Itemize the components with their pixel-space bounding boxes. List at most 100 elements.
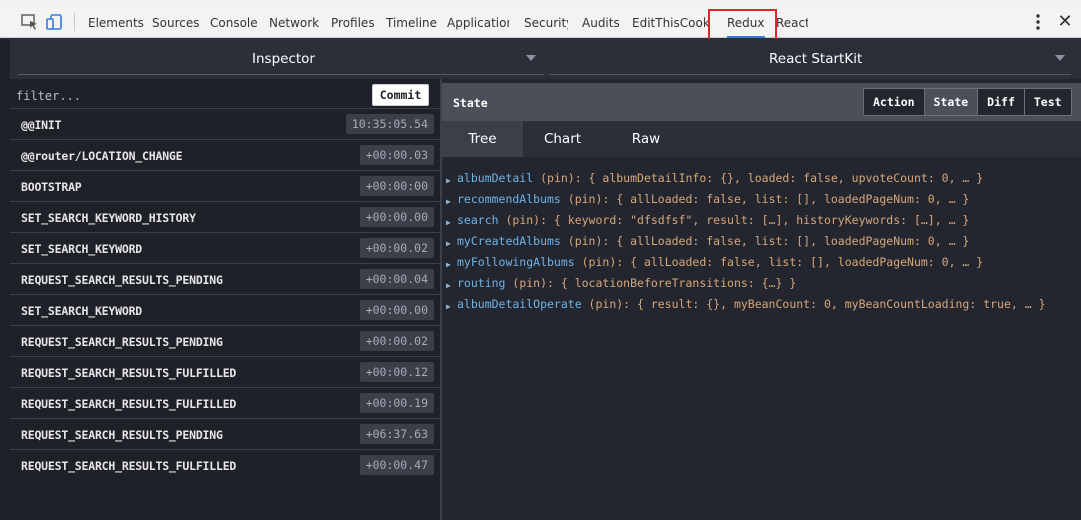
- tab-editthiscookie[interactable]: EditThisCookie: [632, 6, 710, 38]
- view-tab-tree[interactable]: Tree: [442, 121, 523, 157]
- tab-profiles[interactable]: Profiles: [331, 6, 377, 38]
- action-row[interactable]: BOOTSTRAP +00:00:00: [10, 170, 440, 201]
- action-time-badge: +00:00.00: [359, 300, 434, 320]
- tab-network[interactable]: Network: [269, 6, 324, 38]
- action-time-badge: +06:37.63: [359, 424, 434, 444]
- expand-arrow-icon[interactable]: ▶: [446, 278, 451, 293]
- action-row[interactable]: @@router/LOCATION_CHANGE +00:00.03: [10, 139, 440, 170]
- close-devtools-icon[interactable]: ✕: [1056, 13, 1074, 31]
- action-list-pane: Commit @@INIT 10:35:05.54 @@router/LOCATIO…: [10, 79, 440, 520]
- action-name: REQUEST_SEARCH_RESULTS_PENDING: [21, 428, 223, 442]
- action-name: REQUEST_SEARCH_RESULTS_FULFILLED: [21, 397, 237, 411]
- action-name: @@INIT: [21, 118, 62, 132]
- devtools-window: { "devtools": { "tabs": ["Elements", "So…: [0, 0, 1081, 520]
- action-name: SET_SEARCH_KEYWORD_HISTORY: [21, 211, 196, 225]
- action-row[interactable]: REQUEST_SEARCH_RESULTS_FULFILLED +00:00.1…: [10, 387, 440, 418]
- inspector-monitor-select[interactable]: Inspector: [252, 51, 315, 67]
- expand-arrow-icon[interactable]: ▶: [446, 299, 451, 314]
- action-row[interactable]: REQUEST_SEARCH_RESULTS_FULFILLED +00:00.1…: [10, 356, 440, 387]
- action-time-badge: +00:00.02: [359, 331, 434, 351]
- tab-elements[interactable]: Elements: [88, 6, 146, 38]
- mode-state-button[interactable]: State: [924, 89, 979, 115]
- action-row[interactable]: @@INIT 10:35:05.54: [10, 108, 440, 139]
- action-row[interactable]: REQUEST_SEARCH_RESULTS_PENDING +00:00.04: [10, 263, 440, 294]
- action-time-badge: +00:00.00: [359, 207, 434, 227]
- instance-select[interactable]: React StartKit: [769, 51, 862, 67]
- tree-node-key: albumDetail (pin): { albumDetailInfo: {}…: [457, 171, 983, 186]
- state-header: State Action State Diff Test: [442, 83, 1081, 121]
- expand-arrow-icon[interactable]: ▶: [446, 194, 451, 209]
- tree-node-key: routing (pin): { locationBeforeTransitio…: [457, 276, 796, 291]
- action-row[interactable]: REQUEST_SEARCH_RESULTS_PENDING +06:37.63: [10, 418, 440, 449]
- action-list: @@INIT 10:35:05.54 @@router/LOCATION_CHANG…: [10, 108, 440, 480]
- tree-key-label: recommendAlbums: [457, 192, 561, 206]
- action-time-badge: +00:00.12: [359, 362, 434, 382]
- tree-node-value: (pin): { allLoaded: false, list: [], loa…: [574, 255, 984, 269]
- view-tab-chart[interactable]: Chart: [523, 121, 602, 157]
- tree-node[interactable]: ▶ myCreatedAlbums (pin): { allLoaded: fal…: [442, 234, 1081, 255]
- action-time-badge: +00:00.47: [359, 455, 434, 475]
- tree-node[interactable]: ▶ routing (pin): { locationBeforeTransiti…: [442, 276, 1081, 297]
- toolbar-separator: [74, 13, 75, 31]
- tab-security[interactable]: Security: [524, 6, 568, 38]
- device-toolbar-icon[interactable]: [46, 14, 64, 30]
- tree-node[interactable]: ▶ albumDetailOperate (pin): { result: {},…: [442, 297, 1081, 318]
- monitor-select-underline: [18, 74, 544, 75]
- state-tree: ▶ albumDetail (pin): { albumDetailInfo: {…: [442, 171, 1081, 318]
- mode-diff-button[interactable]: Diff: [978, 89, 1025, 115]
- left-edge-strip: [0, 39, 10, 520]
- action-row[interactable]: SET_SEARCH_KEYWORD_HISTORY +00:00.00: [10, 201, 440, 232]
- mode-test-button[interactable]: Test: [1024, 89, 1071, 115]
- tree-node[interactable]: ▶ recommendAlbums (pin): { allLoaded: fal…: [442, 192, 1081, 213]
- tree-key-label: routing: [457, 276, 506, 290]
- action-row[interactable]: REQUEST_SEARCH_RESULTS_FULFILLED +00:00.4…: [10, 449, 440, 480]
- state-title: State: [453, 96, 488, 110]
- devtools-tabbar: Elements Sources Console Network Profiles Tim…: [0, 6, 1081, 52]
- expand-arrow-icon[interactable]: ▶: [446, 236, 451, 251]
- action-row[interactable]: SET_SEARCH_KEYWORD +00:00.02: [10, 232, 440, 263]
- inspect-element-icon[interactable]: [21, 14, 39, 30]
- instance-select-underline: [549, 74, 1071, 75]
- commit-button[interactable]: Commit: [372, 84, 429, 106]
- tree-key-label: albumDetail: [457, 171, 534, 185]
- tab-sources[interactable]: Sources: [152, 6, 202, 38]
- action-row[interactable]: SET_SEARCH_KEYWORD +00:00.00: [10, 294, 440, 325]
- mode-switcher: Action State Diff Test: [863, 88, 1072, 116]
- instance-dropdown-caret-icon[interactable]: [1055, 55, 1065, 61]
- view-tabs: Tree Chart Raw: [442, 121, 1081, 157]
- expand-arrow-icon[interactable]: ▶: [446, 173, 451, 188]
- action-name: SET_SEARCH_KEYWORD: [21, 242, 143, 256]
- tree-key-label: search: [457, 213, 499, 227]
- action-name: REQUEST_SEARCH_RESULTS_FULFILLED: [21, 366, 237, 380]
- action-row[interactable]: REQUEST_SEARCH_RESULTS_PENDING +00:00.02: [10, 325, 440, 356]
- tab-application[interactable]: Application: [447, 6, 509, 38]
- mode-action-button[interactable]: Action: [864, 89, 925, 115]
- view-tab-raw[interactable]: Raw: [602, 121, 690, 157]
- action-name: SET_SEARCH_KEYWORD: [21, 304, 143, 318]
- tree-key-label: myFollowingAlbums: [457, 255, 575, 269]
- tab-timeline[interactable]: Timeline: [386, 6, 440, 38]
- tree-node[interactable]: ▶ albumDetail (pin): { albumDetailInfo: {…: [442, 171, 1081, 192]
- expand-arrow-icon[interactable]: ▶: [446, 257, 451, 272]
- tree-node[interactable]: ▶ search (pin): { keyword: "dfsdfsf", res…: [442, 213, 1081, 234]
- action-name: BOOTSTRAP: [21, 180, 82, 194]
- tree-node-value: (pin): { allLoaded: false, list: [], loa…: [560, 234, 970, 248]
- tree-node[interactable]: ▶ myFollowingAlbums (pin): { allLoaded: f…: [442, 255, 1081, 276]
- state-pane: State Action State Diff Test Tree Chart Raw ▶…: [442, 79, 1081, 520]
- tab-audits[interactable]: Audits: [582, 6, 622, 38]
- tree-node-key: myCreatedAlbums (pin): { allLoaded: fals…: [457, 234, 969, 249]
- monitor-dropdown-caret-icon[interactable]: [526, 55, 536, 61]
- more-options-icon[interactable]: [1028, 12, 1048, 32]
- tree-node-key: recommendAlbums (pin): { allLoaded: fals…: [457, 192, 969, 207]
- tree-node-value: (pin): { keyword: "dfsdfsf", result: […]…: [498, 213, 970, 227]
- inspector-header: [10, 39, 1081, 79]
- filter-input[interactable]: [16, 86, 316, 106]
- tab-console[interactable]: Console: [210, 6, 262, 38]
- tree-key-label: myCreatedAlbums: [457, 234, 561, 248]
- expand-arrow-icon[interactable]: ▶: [446, 215, 451, 230]
- action-name: REQUEST_SEARCH_RESULTS_FULFILLED: [21, 459, 237, 473]
- action-time-badge: +00:00.19: [359, 393, 434, 413]
- tree-node-value: (pin): { allLoaded: false, list: [], loa…: [560, 192, 970, 206]
- tree-node-key: albumDetailOperate (pin): { result: {}, …: [457, 297, 1046, 312]
- tab-react[interactable]: React: [776, 6, 808, 38]
